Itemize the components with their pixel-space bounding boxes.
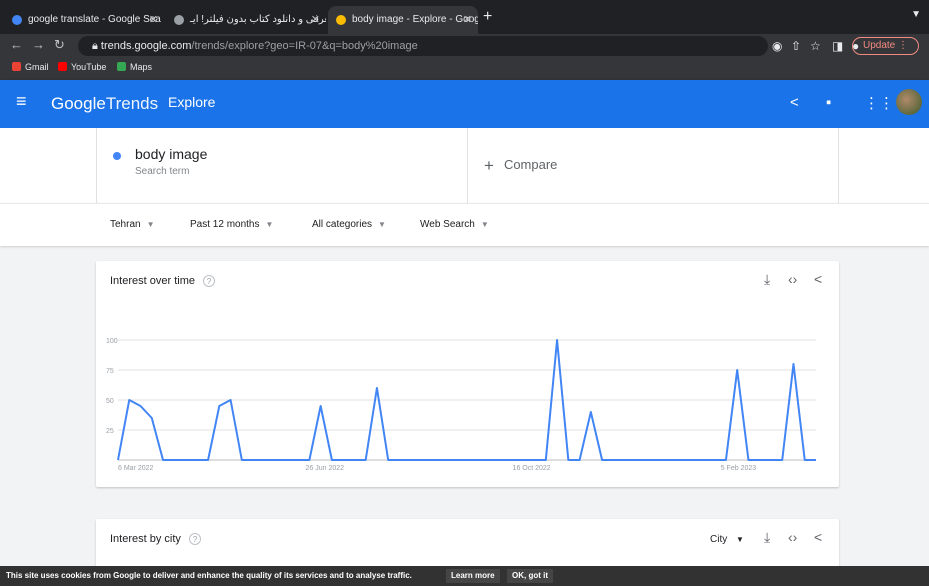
- dropdown-arrow-icon: ▼: [378, 220, 386, 229]
- category-dropdown[interactable]: All categories ▼: [312, 219, 386, 230]
- bookmark-star-icon[interactable]: ☆: [810, 39, 821, 53]
- x-tick-label: 26 Jun 2022: [306, 465, 345, 472]
- tab-label: معرفی و دانلود کتاب بدون فیلتر! ایـ: [190, 14, 326, 25]
- lock-icon: 🔒︎: [92, 40, 101, 52]
- tab-google-translate[interactable]: google translate - Google Sea ✕: [4, 6, 164, 34]
- google-trends-logo[interactable]: GoogleTrends: [51, 94, 158, 114]
- trends-favicon-icon: [336, 15, 346, 25]
- close-tab-icon[interactable]: ✕: [149, 6, 158, 34]
- search-term-card[interactable]: body image Search term: [96, 128, 468, 203]
- resolution-value: City: [710, 534, 728, 545]
- bookmark-label: YouTube: [71, 62, 107, 72]
- series-color-dot: [113, 152, 121, 160]
- tab-search-chevron-icon[interactable]: ▼: [911, 9, 921, 20]
- download-icon[interactable]: ⤓: [764, 529, 770, 546]
- maps-icon: [117, 62, 126, 71]
- omnibox-row: ← → ↻ 🔒︎ trends.google.com/trends/explor…: [0, 34, 929, 58]
- embed-code-icon[interactable]: ‹›: [788, 529, 797, 545]
- y-tick-label: 25: [106, 428, 114, 435]
- card-title: Interest by city?: [110, 533, 201, 545]
- dropdown-arrow-icon: ▼: [480, 220, 489, 229]
- card-title-text: Interest by city: [110, 533, 181, 545]
- y-tick-label: 100: [106, 338, 118, 345]
- plus-icon: +: [484, 156, 494, 175]
- browser-chrome: google translate - Google Sea ✕ معرفی و …: [0, 0, 929, 80]
- y-tick-label: 50: [106, 398, 114, 405]
- dropdown-arrow-icon: ▼: [146, 220, 155, 229]
- x-tick-label: 16 Oct 2022: [513, 465, 551, 472]
- gmail-icon: [12, 62, 21, 71]
- tab-book-download[interactable]: معرفی و دانلود کتاب بدون فیلتر! ایـ ✕: [166, 6, 326, 34]
- account-avatar[interactable]: [896, 89, 922, 115]
- logo-google: Google: [51, 94, 106, 113]
- feedback-icon[interactable]: ▪: [826, 94, 831, 111]
- resolution-dropdown[interactable]: City ▼: [710, 534, 744, 545]
- ok-got-it-button[interactable]: OK, got it: [507, 569, 553, 583]
- dropdown-arrow-icon: ▼: [736, 535, 744, 544]
- bookmark-maps[interactable]: Maps: [117, 62, 152, 72]
- forward-arrow-icon[interactable]: →: [32, 37, 45, 52]
- bookmark-label: Gmail: [25, 62, 49, 72]
- cookie-banner: This site uses cookies from Google to de…: [0, 566, 929, 586]
- close-tab-icon[interactable]: ✕: [463, 6, 472, 34]
- x-tick-label: 6 Mar 2022: [118, 465, 154, 472]
- search-term-area: body image Search term + Compare: [0, 128, 929, 203]
- url-path: /trends/explore?geo=IR-07&q=body%20image: [191, 40, 418, 52]
- region-value: Tehran: [110, 219, 141, 230]
- google-lens-icon[interactable]: ◉: [772, 39, 782, 53]
- address-bar[interactable]: 🔒︎ trends.google.com/trends/explore?geo=…: [78, 36, 768, 56]
- side-panel-icon[interactable]: ◨: [832, 39, 843, 53]
- search-type-value: Web Search: [420, 219, 475, 230]
- page-section-title: Explore: [168, 94, 216, 110]
- youtube-icon: [58, 62, 67, 71]
- bookmarks-bar: Gmail YouTube Maps: [0, 58, 929, 80]
- share-icon[interactable]: <: [814, 529, 822, 545]
- trends-app-bar: ≡ GoogleTrends Explore < ▪ ⋮⋮: [0, 80, 929, 128]
- time-range-dropdown[interactable]: Past 12 months ▼: [190, 219, 273, 230]
- dropdown-arrow-icon: ▼: [265, 220, 274, 229]
- logo-trends: Trends: [105, 94, 159, 113]
- hamburger-menu-icon[interactable]: ≡: [16, 91, 27, 112]
- tab-google-trends[interactable]: body image - Explore - Googl ✕: [328, 6, 478, 34]
- y-tick-label: 75: [106, 368, 114, 375]
- compare-button[interactable]: + Compare: [484, 156, 557, 176]
- cookie-text: This site uses cookies from Google to de…: [6, 571, 412, 580]
- x-tick-label: 5 Feb 2023: [721, 465, 757, 472]
- tab-label: google translate - Google Sea: [28, 14, 161, 25]
- google-favicon-icon: [12, 15, 22, 25]
- bookmark-youtube[interactable]: YouTube: [58, 62, 106, 72]
- page-favicon-icon: [174, 15, 184, 25]
- divider: [838, 128, 839, 203]
- tab-label: body image - Explore - Googl: [352, 14, 478, 25]
- back-arrow-icon[interactable]: ←: [10, 37, 23, 52]
- category-value: All categories: [312, 219, 373, 230]
- search-type-dropdown[interactable]: Web Search ▼: [420, 219, 489, 230]
- help-icon[interactable]: ?: [188, 533, 201, 545]
- url-host: trends.google.com: [100, 40, 192, 52]
- close-tab-icon[interactable]: ✕: [311, 6, 320, 34]
- filters-bar: Tehran ▼ Past 12 months ▼ All categories ▼ …: [0, 203, 929, 246]
- update-label: Update: [862, 40, 896, 51]
- search-term: body image: [135, 146, 208, 162]
- bookmark-gmail[interactable]: Gmail: [12, 62, 49, 72]
- interest-over-time-chart: 100 75 50 25 6 Mar 2022 26 Jun 2022 16 Oct 202…: [106, 338, 816, 472]
- reload-icon[interactable]: ↻: [54, 37, 65, 53]
- share-icon[interactable]: <: [790, 94, 799, 111]
- interest-over-time-card: Interest over time? ⤓ ‹› < 100 75 50 25 6 Ma…: [96, 261, 839, 487]
- time-range-value: Past 12 months: [190, 219, 260, 230]
- compare-label: Compare: [503, 157, 558, 172]
- region-dropdown[interactable]: Tehran ▼: [110, 219, 155, 230]
- search-term-type: Search term: [135, 166, 190, 177]
- bookmark-label: Maps: [130, 62, 153, 72]
- apps-grid-icon[interactable]: ⋮⋮: [864, 94, 894, 112]
- tab-strip: google translate - Google Sea ✕ معرفی و …: [0, 0, 929, 34]
- learn-more-button[interactable]: Learn more: [446, 569, 500, 583]
- update-button[interactable]: Update ⋮: [851, 37, 919, 55]
- share-icon[interactable]: ⇧: [791, 39, 801, 53]
- new-tab-plus-icon[interactable]: +: [483, 8, 492, 26]
